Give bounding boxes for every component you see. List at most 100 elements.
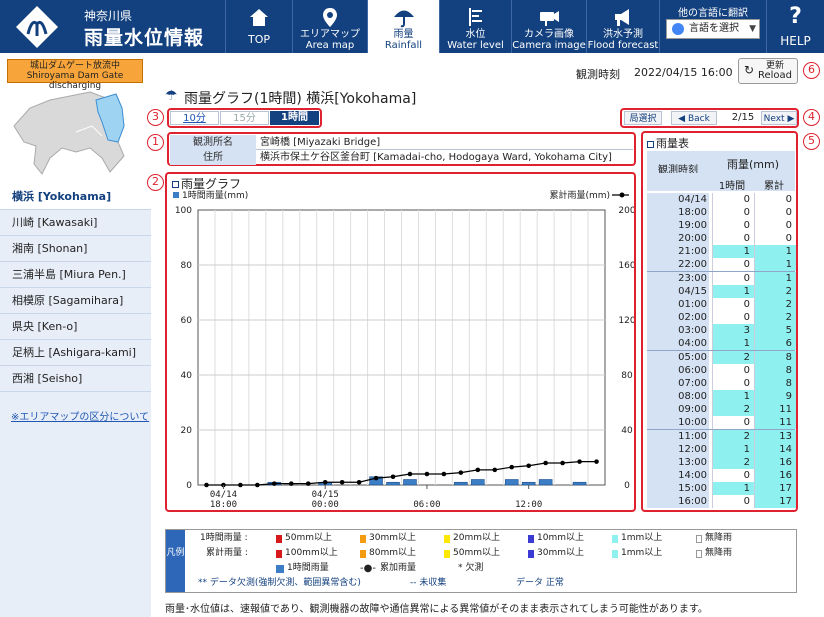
legend-hourly-2: 20mm以上 [453, 533, 500, 543]
nav-water-level-label: 水位 [465, 29, 486, 40]
dam-discharge-banner[interactable]: 城山ダムゲート放流中 Shiroyama Dam Gate dischargin… [7, 59, 143, 91]
dam-banner-jp: 城山ダムゲート放流中 [29, 61, 120, 71]
y-tick-right: 200 [618, 206, 634, 216]
legend-swatch [696, 535, 702, 543]
chevron-down-icon: ▼ [749, 24, 756, 34]
table-cell-total: 11 [754, 416, 796, 429]
map-pin-icon [323, 8, 337, 27]
nav-rainfall[interactable]: 雨量 Rainfall [367, 0, 439, 59]
reload-label-en: Reload [757, 70, 793, 81]
nav-area-map[interactable]: エリアマップ Area map [292, 0, 367, 53]
cumulative-point [458, 470, 464, 475]
sidebar-item-shonan[interactable]: 湘南 [Shonan] [0, 236, 151, 262]
table-cell-time: 14:00 [647, 469, 709, 482]
table-cell-1h: 0 [712, 416, 754, 429]
table-cell-time: 12:00 [647, 443, 709, 456]
region-map[interactable] [6, 86, 146, 180]
table-cell-total: 0 [754, 232, 796, 245]
table-cell-time: 20:00 [647, 232, 709, 245]
sidebar-item-kawasaki[interactable]: 川崎 [Kawasaki] [0, 210, 151, 236]
rain-bar [454, 481, 468, 486]
table-cell-total: 13 [754, 430, 796, 443]
table-cell-1h: 0 [712, 469, 754, 482]
nav-flood-forecast[interactable]: 洪水予測 Flood forecast [586, 0, 659, 53]
next-button[interactable]: Next ▶ [761, 111, 797, 125]
legend-bar: 1時間雨量 [287, 563, 329, 573]
table-row: 05:00 2 8 [647, 351, 796, 364]
language-select-label: 言語を選択 [689, 23, 739, 34]
table-cell-1h: 1 [712, 390, 754, 403]
table-cell-total: 17 [754, 495, 796, 508]
cumulative-point [272, 481, 277, 486]
table-cell-1h: 2 [712, 403, 754, 416]
legend-swatch [444, 535, 450, 543]
table-row: 12:00 1 14 [647, 443, 796, 456]
table-cell-total: 11 [754, 403, 796, 416]
x-tick-label-time: 12:00 [515, 500, 542, 510]
legend-hourly-5: 無降雨 [705, 533, 733, 543]
language-select[interactable]: 言語を選択 ▼ [666, 19, 760, 39]
cumulative-point [407, 471, 413, 477]
legend-note-3: データ 正常 [516, 578, 564, 588]
cumulative-point [288, 481, 294, 486]
nav-camera[interactable]: カメラ画像 Camera image [511, 0, 586, 53]
tab-10min[interactable]: 10分 [170, 111, 219, 125]
reload-button[interactable]: ↻ 更新 Reload [738, 58, 798, 84]
cumulative-point [339, 479, 345, 485]
table-row: 22:00 0 1 [647, 258, 796, 271]
nav-top[interactable]: TOP [225, 0, 292, 53]
y-tick-left: 60 [181, 316, 193, 326]
page-indicator: 2/15 [731, 112, 755, 123]
area-map-note-link[interactable]: ※エリアマップの区分について [11, 408, 149, 423]
table-cell-time: 16:00 [647, 495, 709, 508]
sidebar-item-miura[interactable]: 三浦半島 [Miura Pen.] [0, 262, 151, 288]
y-tick-left: 40 [181, 371, 193, 381]
cumulative-point [441, 471, 447, 477]
station-select-button[interactable]: 局選択 [624, 111, 662, 125]
table-cell-time: 04:00 [647, 337, 709, 350]
rain-table-title-text: 雨量表 [656, 137, 689, 150]
rain-bar [504, 479, 519, 486]
page-title: 雨量グラフ(1時間) 横浜[Yokohama] [184, 91, 417, 107]
callout-5: 5 [803, 133, 820, 150]
table-cell-1h: 1 [712, 285, 754, 298]
table-cell-total: 2 [754, 311, 796, 324]
legend-hourly-3: 10mm以上 [537, 533, 584, 543]
table-cell-1h: 0 [712, 272, 754, 285]
site-title[interactable]: 雨量水位情報 [84, 23, 204, 50]
bar-legend-swatch [173, 192, 179, 198]
tab-1hour[interactable]: 1時間 [270, 111, 319, 125]
legend-total-5: 無降雨 [705, 548, 733, 558]
callout-6: 6 [803, 62, 820, 79]
table-cell-total: 1 [754, 272, 796, 285]
megaphone-icon [615, 9, 629, 26]
table-cell-total: 8 [754, 364, 796, 377]
table-cell-total: 0 [754, 206, 796, 219]
table-header-row: 観測時刻 雨量(mm) [647, 151, 795, 176]
table-cell-total: 9 [754, 390, 796, 403]
nav-water-level[interactable]: 水位 Water level [439, 0, 511, 53]
table-cell-total: 16 [754, 469, 796, 482]
sidebar: 横浜 [Yokohama] 川崎 [Kawasaki] 湘南 [Shonan] … [0, 184, 151, 617]
table-cell-total: 14 [754, 443, 796, 456]
table-row: 06:00 0 8 [647, 364, 796, 377]
rain-bar [471, 479, 485, 486]
sidebar-item-seisho[interactable]: 西湘 [Seisho] [0, 366, 151, 392]
help-button[interactable]: ? HELP [766, 0, 824, 53]
col-1h-header: 1時間 [718, 181, 746, 192]
station-address-label: 住所 [170, 150, 256, 165]
nav-camera-en: Camera image [512, 40, 586, 51]
station-name-row: 観測所名 宮崎橋 [Miyazaki Bridge] [170, 135, 633, 150]
legend-total-4: 1mm以上 [621, 548, 663, 558]
table-cell-1h: 1 [712, 245, 754, 258]
sidebar-item-yokohama[interactable]: 横浜 [Yokohama] [0, 184, 151, 210]
observation-time-label: 観測時刻 [576, 68, 620, 81]
table-cell-total: 6 [754, 337, 796, 350]
sidebar-item-ashigara-kami[interactable]: 足柄上 [Ashigara-kami] [0, 340, 151, 366]
sidebar-item-sagamihara[interactable]: 相模原 [Sagamihara] [0, 288, 151, 314]
table-row: 20:00 0 0 [647, 232, 795, 245]
back-button[interactable]: ◀ Back [671, 111, 717, 125]
legend-total-0: 100mm以上 [285, 548, 338, 558]
sidebar-item-ken-o[interactable]: 県央 [Ken-o] [0, 314, 151, 340]
cumulative-point [492, 467, 498, 473]
